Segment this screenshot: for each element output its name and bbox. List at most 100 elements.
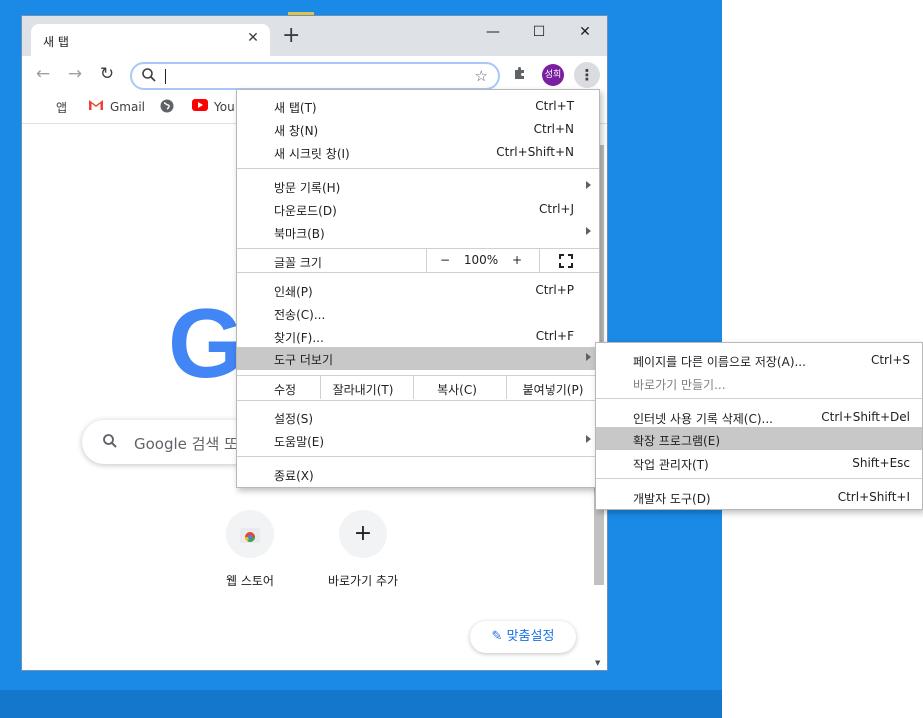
menu-item-cast[interactable]: 전송(C)... xyxy=(237,302,599,325)
menu-shortcut: Shift+Esc xyxy=(852,456,910,470)
customize-button[interactable]: ✎ 맞춤설정 xyxy=(470,621,576,653)
submenu-item-task-manager[interactable]: 작업 관리자(T) Shift+Esc xyxy=(596,451,922,474)
bookmark-apps[interactable]: 앱 xyxy=(37,99,67,116)
menu-shortcut: Ctrl+P xyxy=(535,283,574,297)
extensions-puzzle-icon[interactable] xyxy=(512,65,528,85)
menu-divider xyxy=(539,249,540,272)
menu-divider xyxy=(426,249,427,272)
zoom-value: 100% xyxy=(463,253,499,267)
new-tab-button[interactable]: + xyxy=(282,25,300,47)
menu-label: 종료(X) xyxy=(274,469,314,483)
bookmark-youtube[interactable]: You xyxy=(192,99,235,114)
forward-icon[interactable]: → xyxy=(64,64,86,84)
submenu-item-extensions[interactable]: 확장 프로그램(E) xyxy=(596,427,922,450)
menu-label: 새 창(N) xyxy=(274,124,319,138)
bookmark-gmail[interactable]: Gmail xyxy=(88,99,145,114)
plus-icon: + xyxy=(339,510,387,558)
submenu-item-save-page[interactable]: 페이지를 다른 이름으로 저장(A)... Ctrl+S xyxy=(596,348,922,371)
tab-title: 새 탭 xyxy=(43,35,69,49)
minimize-button[interactable]: — xyxy=(470,18,516,46)
bookmark-label: You xyxy=(214,99,235,114)
menu-item-bookmarks[interactable]: 북마크(B) xyxy=(237,221,599,244)
shortcut-label: 바로가기 추가 xyxy=(327,574,399,588)
menu-label: 새 탭(T) xyxy=(274,101,317,115)
pencil-icon: ✎ xyxy=(491,629,503,644)
menu-divider xyxy=(596,478,922,479)
menu-label: 북마크(B) xyxy=(274,227,325,241)
menu-label: 도구 더보기 xyxy=(274,353,334,367)
reload-icon[interactable]: ↻ xyxy=(96,64,118,84)
menu-item-new-window[interactable]: 새 창(N) Ctrl+N xyxy=(237,118,599,141)
address-bar[interactable]: ☆ xyxy=(130,62,500,90)
bookmark-label: 앱 xyxy=(56,101,68,115)
menu-label: 다운로드(D) xyxy=(274,204,337,218)
menu-divider xyxy=(237,400,599,401)
menu-label: 인쇄(P) xyxy=(274,285,313,299)
submenu-arrow-icon xyxy=(586,227,591,235)
shortcut-web-store[interactable]: 웹 스토어 xyxy=(194,510,306,589)
menu-shortcut: Ctrl+Shift+N xyxy=(496,145,574,159)
copy-button[interactable]: 복사(C) xyxy=(414,381,500,398)
menu-edit-row: 수정 잘라내기(T) 복사(C) 붙여넣기(P) xyxy=(237,376,599,399)
text-caret xyxy=(165,69,166,84)
profile-avatar[interactable]: 성희 xyxy=(542,64,564,86)
more-tools-submenu: 페이지를 다른 이름으로 저장(A)... Ctrl+S 바로가기 만들기...… xyxy=(595,342,923,510)
menu-item-downloads[interactable]: 다운로드(D) Ctrl+J xyxy=(237,198,599,221)
submenu-item-developer-tools[interactable]: 개발자 도구(D) Ctrl+Shift+I xyxy=(596,485,922,508)
back-icon[interactable]: ← xyxy=(32,64,54,84)
menu-shortcut: Ctrl+Shift+I xyxy=(837,490,910,504)
tab-new-tab[interactable]: 새 탭 ✕ xyxy=(31,24,270,56)
fullscreen-icon[interactable] xyxy=(559,254,573,271)
submenu-arrow-icon xyxy=(586,353,591,361)
menu-item-exit[interactable]: 종료(X) xyxy=(237,463,599,486)
gmail-icon xyxy=(88,99,104,114)
customize-label: 맞춤설정 xyxy=(506,629,555,644)
menu-item-new-incognito[interactable]: 새 시크릿 창(I) Ctrl+Shift+N xyxy=(237,141,599,164)
menu-item-more-tools[interactable]: 도구 더보기 xyxy=(237,347,599,370)
bookmark-globe[interactable] xyxy=(160,99,180,116)
menu-item-help[interactable]: 도움말(E) xyxy=(237,429,599,452)
shortcut-label: 웹 스토어 xyxy=(226,574,274,588)
menu-divider xyxy=(237,168,599,169)
menu-item-new-tab[interactable]: 새 탭(T) Ctrl+T xyxy=(237,95,599,118)
desktop-lower-strip xyxy=(0,690,722,718)
menu-divider xyxy=(237,272,599,273)
menu-label: 방문 기록(H) xyxy=(274,181,341,195)
menu-shortcut: Ctrl+F xyxy=(535,329,574,343)
youtube-icon xyxy=(192,99,208,114)
close-window-button[interactable]: ✕ xyxy=(562,18,608,46)
paste-button[interactable]: 붙여넣기(P) xyxy=(507,381,599,398)
menu-shortcut: Ctrl+J xyxy=(539,202,574,216)
menu-zoom-row: 글꼴 크기 − 100% + xyxy=(237,249,599,272)
submenu-item-clear-browsing-data[interactable]: 인터넷 사용 기록 삭제(C)... Ctrl+Shift+Del xyxy=(596,405,922,428)
menu-label: 작업 관리자(T) xyxy=(633,458,709,472)
zoom-label: 글꼴 크기 xyxy=(274,256,322,270)
zoom-out-button[interactable]: − xyxy=(437,253,453,267)
bookmark-star-icon[interactable]: ☆ xyxy=(475,67,488,85)
maximize-button[interactable]: ☐ xyxy=(516,18,562,46)
menu-shortcut: Ctrl+T xyxy=(535,99,574,113)
menu-shortcut: Ctrl+S xyxy=(870,353,910,367)
menu-item-print[interactable]: 인쇄(P) Ctrl+P xyxy=(237,279,599,302)
cut-button[interactable]: 잘라내기(T) xyxy=(321,381,405,398)
google-logo: G xyxy=(168,288,245,398)
menu-item-settings[interactable]: 설정(S) xyxy=(237,406,599,429)
menu-label: 전송(C)... xyxy=(274,308,326,322)
menu-label: 새 시크릿 창(I) xyxy=(274,147,350,161)
submenu-arrow-icon xyxy=(586,435,591,443)
search-icon xyxy=(141,67,157,86)
tab-close-icon[interactable]: ✕ xyxy=(244,30,262,46)
apps-grid-icon xyxy=(37,101,50,114)
menu-item-find[interactable]: 찾기(F)... Ctrl+F xyxy=(237,325,599,348)
submenu-arrow-icon xyxy=(586,181,591,189)
scroll-down-arrow-icon[interactable]: ▼ xyxy=(595,659,600,667)
web-store-icon xyxy=(226,510,274,558)
zoom-in-button[interactable]: + xyxy=(509,253,525,267)
menu-label: 페이지를 다른 이름으로 저장(A)... xyxy=(633,355,806,369)
menu-shortcut: Ctrl+Shift+Del xyxy=(821,410,910,424)
shortcut-add[interactable]: + 바로가기 추가 xyxy=(307,510,419,589)
edit-label: 수정 xyxy=(274,383,297,397)
menu-item-history[interactable]: 방문 기록(H) xyxy=(237,175,599,198)
more-menu-icon[interactable]: ⋮ xyxy=(574,62,600,88)
menu-divider xyxy=(596,398,922,399)
